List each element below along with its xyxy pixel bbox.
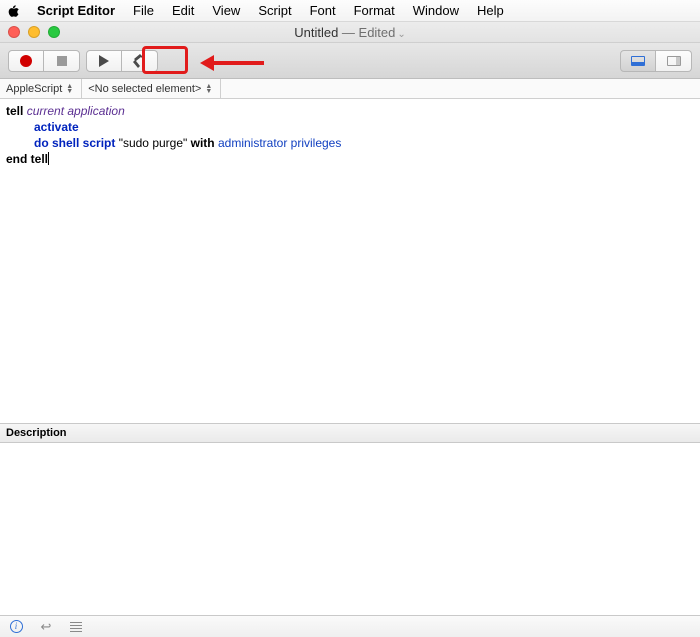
bottom-panel-icon bbox=[631, 56, 645, 66]
run-icon bbox=[99, 55, 109, 67]
window-title: Untitled — Edited⌄ bbox=[0, 25, 700, 40]
run-compile-group bbox=[86, 50, 158, 72]
record-button[interactable] bbox=[8, 50, 44, 72]
code-token: "sudo purge" bbox=[119, 136, 188, 150]
return-button[interactable]: ↩ bbox=[38, 619, 54, 635]
language-label: AppleScript bbox=[6, 83, 62, 95]
code-token: activate bbox=[34, 120, 79, 134]
updown-icon: ▲▼ bbox=[205, 84, 212, 94]
log-button[interactable] bbox=[68, 622, 84, 632]
description-body[interactable] bbox=[0, 443, 700, 603]
code-token: end tell bbox=[6, 152, 48, 166]
window-titlebar: Untitled — Edited⌄ bbox=[0, 22, 700, 43]
traffic-lights bbox=[0, 26, 60, 38]
menu-view[interactable]: View bbox=[203, 0, 249, 22]
record-icon bbox=[20, 55, 32, 67]
code-token: administrator privileges bbox=[218, 136, 341, 150]
log-lines-icon bbox=[70, 622, 82, 632]
annotation-arrow bbox=[200, 55, 264, 71]
code-token: with bbox=[191, 136, 215, 150]
title-dropdown-icon[interactable]: ⌄ bbox=[397, 29, 405, 40]
script-editor-area[interactable]: tell current application activate do she… bbox=[0, 99, 700, 423]
menu-format[interactable]: Format bbox=[345, 0, 404, 22]
code-token: current application bbox=[27, 104, 125, 118]
description-header[interactable]: Description bbox=[0, 423, 700, 443]
title-filename: Untitled bbox=[294, 25, 338, 40]
compile-hammer-icon bbox=[132, 54, 148, 68]
status-bar: i ↩ bbox=[0, 615, 700, 637]
apple-logo-icon[interactable] bbox=[6, 4, 20, 18]
language-selector[interactable]: AppleScript ▲▼ bbox=[0, 79, 82, 98]
code-token: tell bbox=[6, 104, 23, 118]
zoom-button[interactable] bbox=[48, 26, 60, 38]
element-label: <No selected element> bbox=[88, 83, 201, 95]
navigation-bar: AppleScript ▲▼ <No selected element> ▲▼ bbox=[0, 79, 700, 99]
title-edited: — Edited bbox=[338, 25, 395, 40]
run-button[interactable] bbox=[86, 50, 122, 72]
menu-font[interactable]: Font bbox=[301, 0, 345, 22]
menu-app[interactable]: Script Editor bbox=[28, 0, 124, 22]
minimize-button[interactable] bbox=[28, 26, 40, 38]
toolbar bbox=[0, 43, 700, 79]
side-panel-button[interactable] bbox=[656, 50, 692, 72]
record-stop-group bbox=[8, 50, 80, 72]
menu-window[interactable]: Window bbox=[404, 0, 468, 22]
code-token: do shell script bbox=[34, 136, 115, 150]
menu-help[interactable]: Help bbox=[468, 0, 513, 22]
stop-icon bbox=[57, 56, 67, 66]
system-menubar: Script Editor File Edit View Script Font… bbox=[0, 0, 700, 22]
element-selector[interactable]: <No selected element> ▲▼ bbox=[82, 79, 221, 98]
panel-view-toggle bbox=[620, 50, 692, 72]
return-icon: ↩ bbox=[41, 619, 52, 635]
updown-icon: ▲▼ bbox=[66, 84, 73, 94]
description-label: Description bbox=[6, 427, 67, 439]
text-cursor bbox=[48, 152, 49, 165]
side-panel-icon bbox=[667, 56, 681, 66]
compile-button[interactable] bbox=[122, 50, 158, 72]
menu-script[interactable]: Script bbox=[249, 0, 300, 22]
info-icon: i bbox=[10, 620, 23, 633]
close-button[interactable] bbox=[8, 26, 20, 38]
stop-button[interactable] bbox=[44, 50, 80, 72]
menu-edit[interactable]: Edit bbox=[163, 0, 203, 22]
bottom-panel-button[interactable] bbox=[620, 50, 656, 72]
info-button[interactable]: i bbox=[8, 620, 24, 633]
menu-file[interactable]: File bbox=[124, 0, 163, 22]
